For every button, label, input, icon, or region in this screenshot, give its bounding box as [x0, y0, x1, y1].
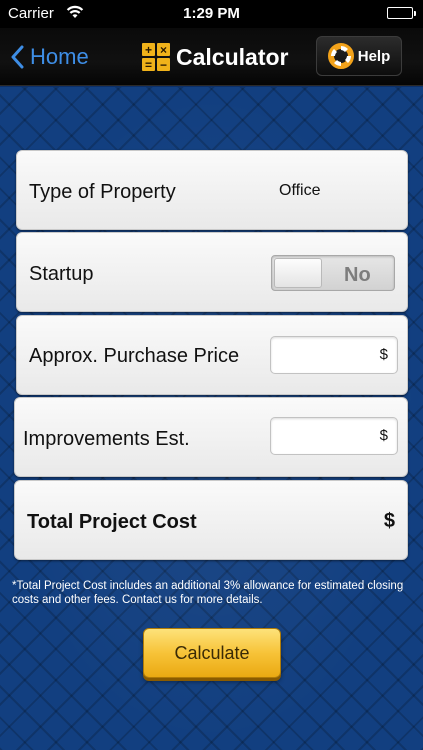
calc-icon-plus: + [142, 43, 155, 56]
chevron-left-icon [11, 45, 24, 69]
status-time: 1:29 PM [183, 5, 240, 22]
startup-row: Startup No [16, 232, 408, 312]
total-cost-value: $ [383, 510, 395, 532]
property-type-row[interactable]: Type of Property Office [16, 150, 408, 230]
total-cost-row: Total Project Cost $ [14, 480, 408, 560]
toggle-thumb [274, 258, 322, 288]
improvements-row: Improvements Est. $ [14, 397, 408, 477]
calc-icon-times: × [157, 43, 170, 56]
nav-bar: Home + × = − Calculator Help [0, 28, 423, 86]
property-type-value: Office [279, 182, 321, 199]
total-cost-footnote: *Total Project Cost includes an addition… [12, 580, 404, 606]
page-title-text: Calculator [176, 43, 289, 70]
purchase-price-label: Approx. Purchase Price [29, 345, 240, 367]
startup-toggle-value: No [344, 264, 371, 286]
lifebuoy-icon [327, 43, 354, 69]
purchase-price-input[interactable]: $ [270, 336, 398, 374]
home-back-label: Home [30, 44, 89, 69]
total-cost-label: Total Project Cost [27, 511, 197, 533]
help-label: Help [357, 47, 391, 65]
improvements-label: Improvements Est. [23, 428, 190, 450]
calc-icon-minus: − [157, 58, 170, 71]
page-title: + × = − Calculator [142, 40, 288, 74]
calculator-icon: + × = − [142, 43, 170, 71]
improvements-currency: $ [379, 427, 388, 444]
help-button[interactable]: Help [316, 36, 402, 76]
home-back-button[interactable]: Home [10, 40, 89, 74]
calculate-button[interactable]: Calculate [143, 628, 281, 678]
battery-icon [387, 7, 416, 19]
calc-icon-equals: = [142, 58, 155, 71]
startup-label: Startup [29, 263, 94, 285]
improvements-input[interactable]: $ [270, 417, 398, 455]
purchase-price-currency: $ [379, 346, 388, 363]
purchase-price-row: Approx. Purchase Price $ [16, 315, 408, 395]
property-type-label: Type of Property [29, 181, 176, 203]
startup-toggle[interactable]: No [271, 255, 395, 291]
status-bar: Carrier 1:29 PM [0, 0, 423, 28]
